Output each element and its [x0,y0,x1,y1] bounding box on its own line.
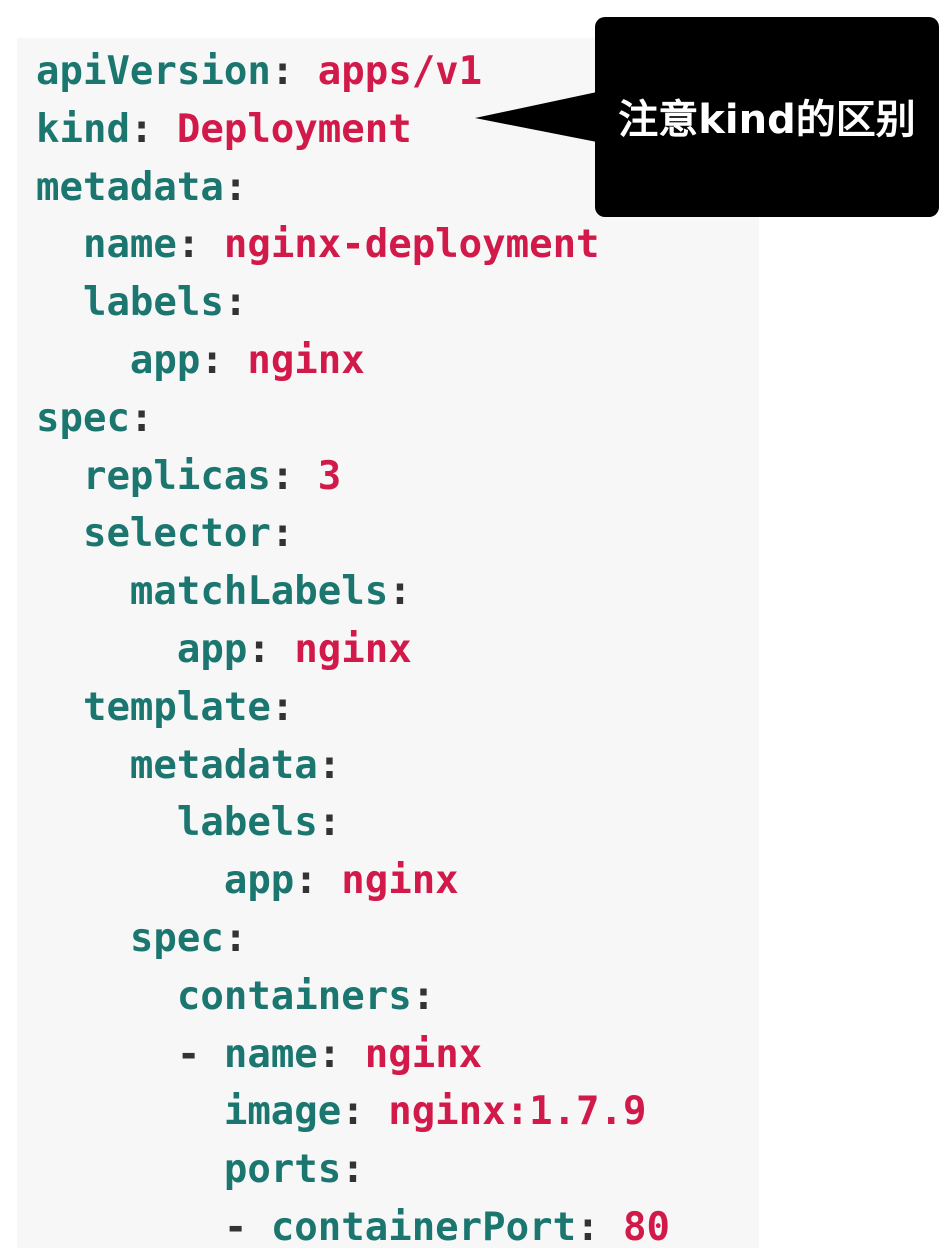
yaml-colon: : [129,106,154,152]
yaml-value: nginx [341,858,459,904]
code-line: image: nginx:1.7.9 [36,1083,670,1141]
yaml-key: name [223,1031,318,1077]
yaml-value: nginx [294,626,412,672]
yaml-key: containers [176,973,412,1019]
yaml-value: 80 [623,1204,670,1248]
yaml-key: spec [129,915,224,961]
code-line: app: nginx [36,621,670,679]
yaml-key: app [176,626,248,672]
yaml-key: metadata [36,164,224,210]
code-line: spec: [36,910,670,968]
yaml-value: apps/v1 [317,49,483,94]
code-line: spec: [36,390,670,448]
yaml-key: labels [176,800,318,846]
yaml-colon: : [411,973,436,1019]
yaml-colon: : [223,280,248,326]
yaml-key: app [129,337,201,383]
list-dash: - [223,1204,271,1248]
code-line: template: [36,679,670,737]
yaml-colon: : [129,395,154,441]
yaml-key: name [82,222,177,268]
yaml-colon: : [317,800,342,846]
yaml-key: ports [223,1147,342,1193]
yaml-colon: : [388,569,412,615]
yaml-colon: : [317,1031,342,1077]
yaml-colon: : [341,1089,365,1135]
yaml-key: containerPort [270,1204,577,1248]
yaml-key: app [223,858,295,904]
code-line: containers: [36,968,670,1026]
list-dash: - [176,1031,224,1077]
yaml-key: matchLabels [129,569,389,615]
yaml-key: replicas [82,453,271,499]
yaml-key: metadata [129,742,318,788]
yaml-colon: : [270,684,295,730]
yaml-colon: : [200,337,224,383]
yaml-value: nginx [247,337,365,383]
yaml-value: Deployment [176,106,412,152]
yaml-key: kind [36,106,130,152]
yaml-colon: : [341,1147,365,1193]
yaml-colon: : [270,49,295,94]
yaml-key: labels [82,280,224,326]
code-line: matchLabels: [36,563,670,621]
code-line: - containerPort: 80 [36,1199,670,1248]
yaml-code-block: apiVersion: apps/v1 kind: Deployment metad… [36,43,670,1248]
code-line: ports: [36,1141,670,1199]
yaml-colon: : [317,742,342,788]
yaml-colon: : [576,1204,600,1248]
yaml-colon: : [176,222,201,268]
code-line: metadata: [36,737,670,795]
code-line: labels: [36,274,670,332]
yaml-key: spec [36,395,130,441]
yaml-value: nginx [364,1031,483,1077]
yaml-key: apiVersion [36,49,271,94]
code-line: labels: [36,794,670,852]
yaml-colon: : [294,858,318,904]
yaml-key: image [223,1089,342,1135]
code-line: selector: [36,505,670,563]
code-line: app: nginx [36,852,670,910]
annotation-callout: 注意kind的区别 [595,17,939,217]
yaml-colon: : [270,453,295,499]
yaml-colon: : [247,626,271,672]
callout-pointer [475,92,597,142]
yaml-key: selector [82,511,271,557]
code-line: replicas: 3 [36,448,670,506]
yaml-colon: : [223,915,248,961]
yaml-key: template [82,684,271,730]
code-line: metadata: [36,159,670,217]
code-line: name: nginx-deployment [36,216,670,274]
yaml-colon: : [223,164,248,210]
yaml-colon: : [270,511,295,557]
yaml-value: 3 [317,453,342,499]
callout-text: 注意kind的区别 [618,97,916,143]
code-line: app: nginx [36,332,670,390]
code-line: - name: nginx [36,1026,670,1084]
yaml-value: nginx:1.7.9 [388,1089,647,1135]
yaml-value: nginx-deployment [223,222,600,268]
